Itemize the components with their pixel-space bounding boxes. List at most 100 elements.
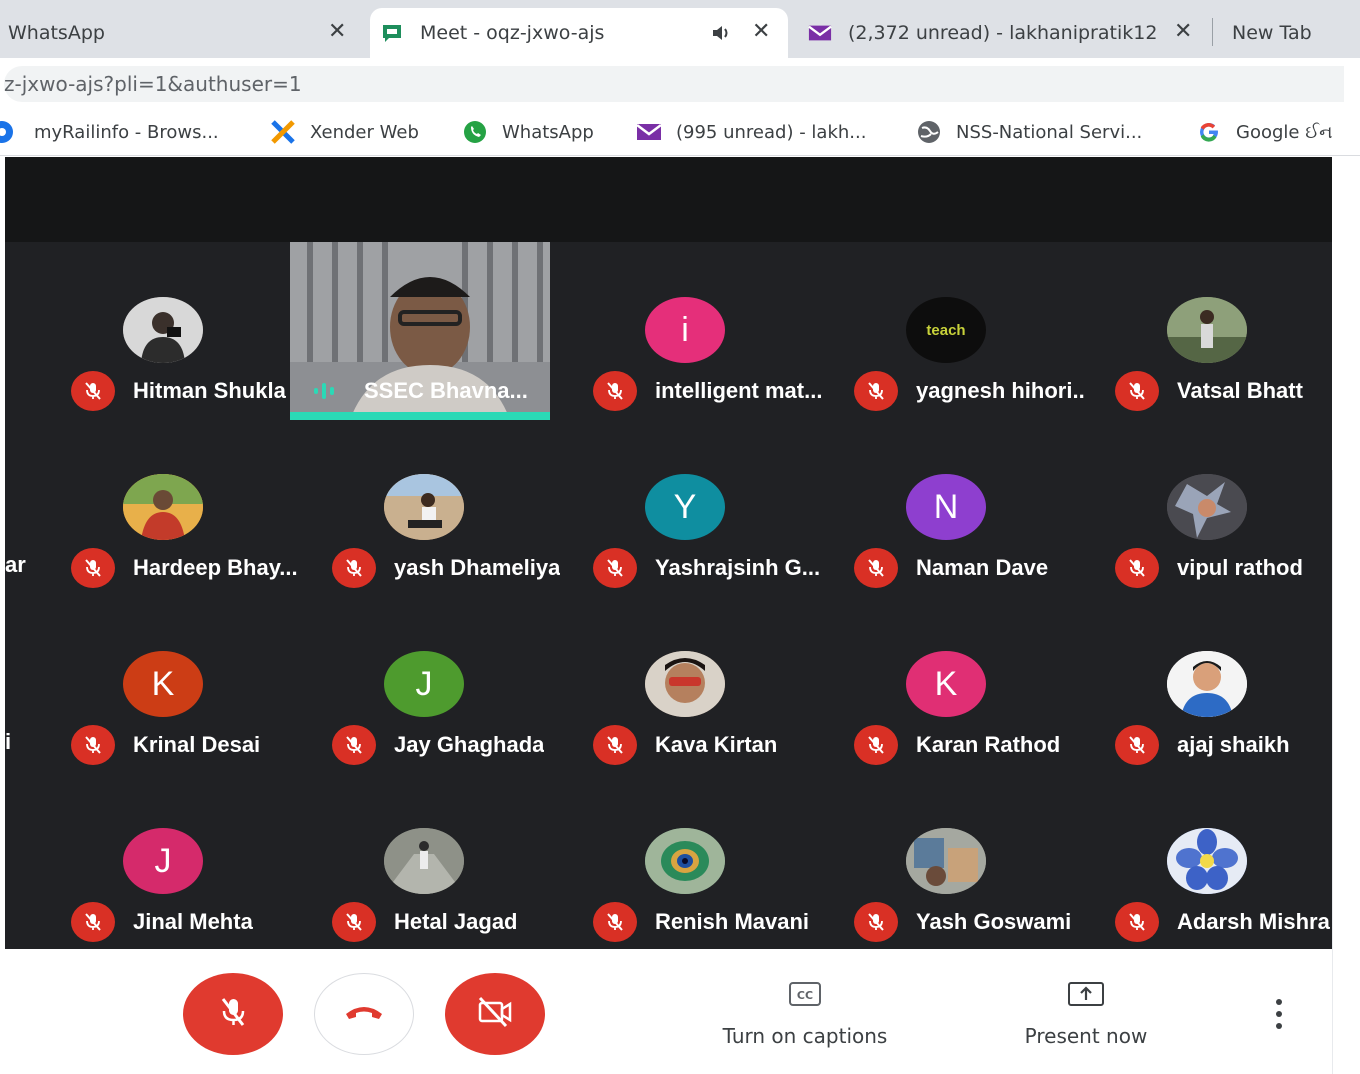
participant-tile[interactable]: Renish Mavani — [555, 773, 816, 949]
tab-new-tab[interactable]: New Tab — [1222, 8, 1360, 58]
address-bar: z-jxwo-ajs?pli=1&authuser=1 — [0, 58, 1360, 108]
participant-tile[interactable]: ajaj shaikh — [1077, 596, 1332, 773]
participant-tile[interactable]: N Naman Dave — [816, 419, 1077, 596]
mic-off-icon — [593, 371, 637, 411]
mic-off-icon — [215, 994, 251, 1035]
url-field[interactable]: z-jxwo-ajs?pli=1&authuser=1 — [4, 66, 1344, 102]
participant-tile[interactable]: J Jinal Mehta — [33, 773, 294, 949]
participant-tile[interactable]: vipul rathod — [1077, 419, 1332, 596]
tab-close-icon[interactable]: ✕ — [1174, 21, 1192, 43]
mic-off-icon — [1115, 548, 1159, 588]
camera-toggle-button[interactable] — [445, 973, 545, 1055]
participant-tile[interactable]: teach yagnesh hihori... — [816, 242, 1084, 419]
present-screen-icon — [1067, 981, 1105, 1012]
bookmark-gmail[interactable]: (995 unread) - lakh... — [636, 118, 866, 146]
participant-name: Jay Ghaghada — [394, 732, 545, 757]
mic-off-icon — [71, 902, 115, 942]
bookmark-label: NSS-National Servi... — [956, 121, 1143, 143]
avatar: teach — [906, 297, 986, 363]
participant-tile[interactable]: K Karan Rathod — [816, 596, 1077, 773]
participant-name: Renish Mavani — [655, 909, 810, 934]
participant-tile[interactable]: Y Yashrajsinh G... — [555, 419, 820, 596]
participant-name: Vatsal Bhatt — [1177, 378, 1303, 403]
avatar — [645, 828, 725, 894]
participant-tile[interactable]: Kava Kirtan — [555, 596, 816, 773]
railinfo-icon — [0, 119, 18, 145]
avatar: i — [645, 297, 725, 363]
avatar-initial: i — [681, 310, 689, 349]
participant-tile[interactable]: Hardeep Bhay... — [33, 419, 298, 596]
participant-tile[interactable]: Hetal Jagad — [294, 773, 555, 949]
avatar-initial: K — [151, 664, 175, 703]
participant-tile[interactable]: K Krinal Desai — [33, 596, 294, 773]
participant-tile[interactable]: J Jay Ghaghada — [294, 596, 555, 773]
mic-off-icon — [71, 725, 115, 765]
tab-meet[interactable]: Meet - oqz-jxwo-ajs ✕ — [370, 8, 788, 58]
captions-label: Turn on captions — [722, 1024, 888, 1048]
mic-off-icon — [1115, 902, 1159, 942]
whatsapp-icon — [462, 119, 488, 145]
tab-close-icon[interactable]: ✕ — [328, 21, 346, 43]
more-options-icon[interactable] — [1267, 999, 1291, 1029]
mic-off-icon — [332, 902, 376, 942]
participant-namebar: yagnesh hihori... — [854, 369, 1084, 413]
avatar: K — [123, 651, 203, 717]
participant-name: Kava Kirtan — [655, 732, 778, 757]
mic-off-icon — [593, 902, 637, 942]
participant-tile[interactable]: Yash Goswami — [816, 773, 1077, 949]
avatar — [384, 828, 464, 894]
microphone-toggle-button[interactable] — [183, 973, 283, 1055]
globe-icon — [916, 119, 942, 145]
participant-tile[interactable]: Hitman Shukla — [33, 242, 294, 419]
participant-name: yash Dhameliya — [394, 555, 561, 580]
tab-title: WhatsApp — [8, 22, 105, 44]
participant-namebar: Yash Goswami — [854, 900, 1084, 944]
bookmark-label: (995 unread) - lakh... — [676, 121, 867, 143]
participant-tile[interactable]: yash Dhameliya — [294, 419, 560, 596]
participant-namebar: Hardeep Bhay... — [71, 546, 301, 590]
participant-namebar: Hetal Jagad — [332, 900, 562, 944]
avatar-initial: teach — [926, 321, 966, 339]
participant-tile[interactable]: Adarsh Mishra — [1077, 773, 1332, 949]
participant-namebar: intelligent mat... — [593, 369, 823, 413]
present-now-button[interactable]: Present now — [1005, 981, 1167, 1048]
meeting-controls: CC Turn on captions Present now — [5, 949, 1332, 1074]
bookmark-nss[interactable]: NSS-National Servi... — [916, 118, 1142, 146]
mic-off-icon — [854, 371, 898, 411]
mic-off-icon — [332, 725, 376, 765]
avatar-initial: J — [154, 841, 172, 880]
tab-close-icon[interactable]: ✕ — [752, 21, 770, 43]
bookmark-google[interactable]: Google ઈન — [1196, 118, 1333, 146]
participant-namebar: Hitman Shukla — [71, 369, 301, 413]
closed-captions-icon: CC — [788, 981, 822, 1012]
bookmark-label: Google ઈન — [1236, 121, 1333, 143]
bookmark-label: WhatsApp — [502, 121, 594, 143]
stage-top-bar — [5, 157, 1332, 242]
bookmark-xender[interactable]: Xender Web — [270, 118, 419, 146]
participant-name: vipul rathod — [1177, 555, 1303, 580]
participant-tile[interactable]: i intelligent mat... — [555, 242, 822, 419]
participant-name: Krinal Desai — [133, 732, 261, 757]
avatar-initial: J — [415, 664, 433, 703]
avatar — [1167, 828, 1247, 894]
mic-off-icon — [854, 725, 898, 765]
mic-off-icon — [593, 548, 637, 588]
bookmark-label: myRailinfo - Brows... — [34, 121, 219, 143]
leave-call-button[interactable] — [314, 973, 414, 1055]
participant-namebar: Renish Mavani — [593, 900, 823, 944]
tab-gmail[interactable]: (2,372 unread) - lakhanipratik12 ✕ — [798, 8, 1206, 58]
captions-button[interactable]: CC Turn on captions — [705, 981, 905, 1048]
bookmark-whatsapp[interactable]: WhatsApp — [462, 118, 594, 146]
tab-title: (2,372 unread) - lakhanipratik12 — [848, 22, 1158, 44]
svg-text:CC: CC — [797, 989, 813, 1002]
tab-title: Meet - oqz-jxwo-ajs — [420, 22, 605, 44]
tab-whatsapp[interactable]: WhatsApp ✕ — [0, 8, 360, 58]
google-icon — [1196, 119, 1222, 145]
bookmark-myrailinfo[interactable]: myRailinfo - Brows... — [0, 118, 219, 146]
participant-name: Naman Dave — [916, 555, 1049, 580]
avatar-initial: K — [934, 664, 958, 703]
mic-off-icon — [1115, 725, 1159, 765]
participant-tile[interactable]: Vatsal Bhatt — [1077, 242, 1332, 419]
active-speaker-video[interactable]: SSEC Bhavna... — [290, 242, 550, 420]
avatar-initial: Y — [673, 487, 697, 526]
